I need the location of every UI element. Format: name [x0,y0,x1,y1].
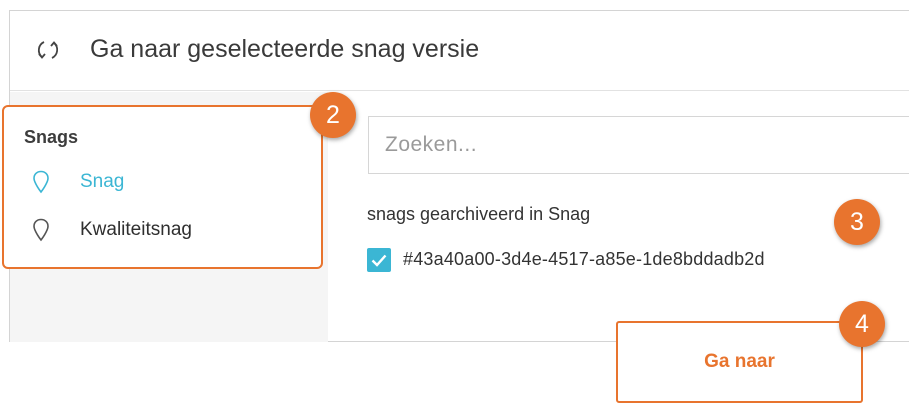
sidebar-item-label: Snag [80,171,125,192]
step-badge-2: 2 [310,92,356,138]
sidebar-item-snag[interactable]: Snag [24,167,304,197]
go-to-button[interactable]: Ga naar [616,321,863,403]
checkmark-icon [371,254,387,267]
archived-section-label: snags gearchiveerd in Snag [367,204,591,224]
dialog-title: Ga naar geselecteerde snag versie [90,35,480,63]
sidebar-item-label: Kwaliteitsnag [80,219,192,240]
search-input[interactable] [368,116,909,174]
map-pin-icon [33,218,49,242]
sidebar-item-kwaliteitsnag[interactable]: Kwaliteitsnag [24,215,304,245]
map-pin-icon [33,170,49,194]
sync-icon [37,41,59,59]
step-badge-4: 4 [839,301,885,347]
archived-snag-checkbox[interactable] [367,248,391,272]
archived-snag-row[interactable]: #43a40a00-3d4e-4517-a85e-1de8bddadb2d [367,247,847,273]
step-badge-3: 3 [834,199,880,245]
sidebar-heading: Snags [24,127,79,147]
dialog-header: Ga naar geselecteerde snag versie [10,11,909,91]
archived-snag-id: #43a40a00-3d4e-4517-a85e-1de8bddadb2d [403,249,765,269]
snag-type-list: Snags Snag Kwaliteitsnag [2,105,323,269]
